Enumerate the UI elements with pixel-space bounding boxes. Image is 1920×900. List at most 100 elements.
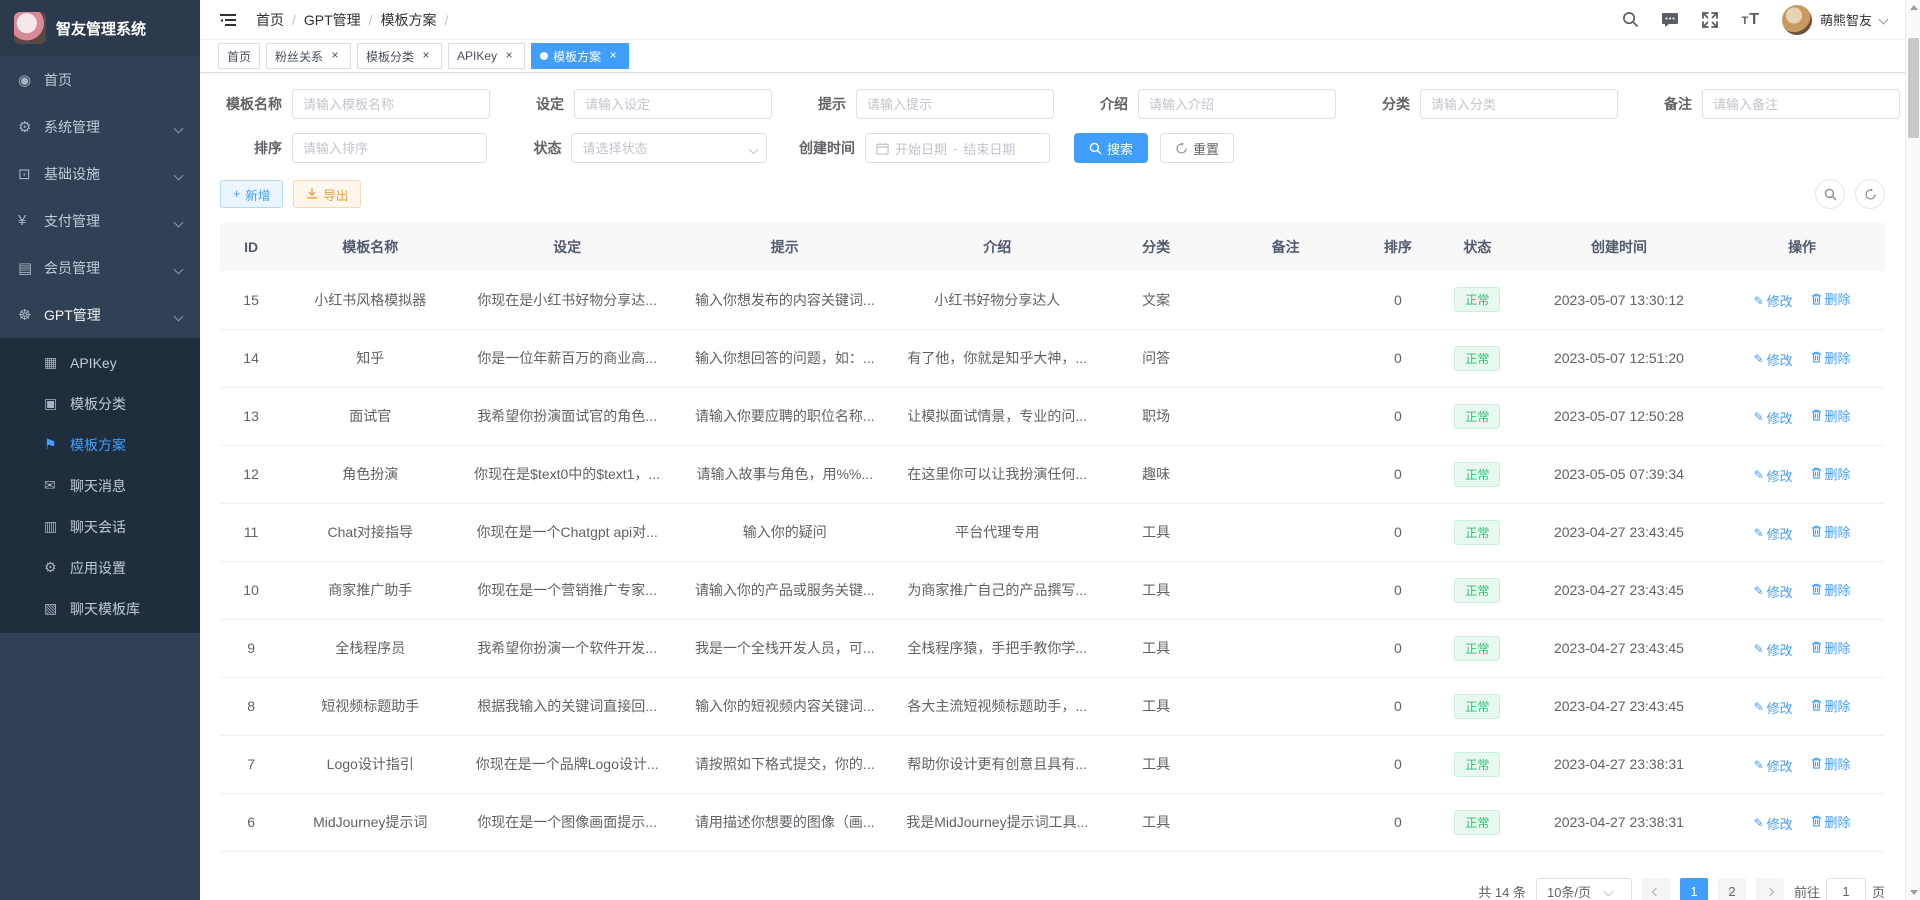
breadcrumb-item[interactable]: GPT管理 xyxy=(304,10,373,30)
close-icon[interactable]: × xyxy=(328,49,342,63)
delete-link[interactable]: 删除 xyxy=(1811,406,1851,425)
cell-setting: 你现在是一个图像画面提示... xyxy=(458,793,676,851)
search-icon[interactable] xyxy=(1621,11,1639,29)
sidebar-subitem[interactable]: ⚙ 应用设置 xyxy=(0,547,200,588)
refresh-button[interactable] xyxy=(1855,179,1885,209)
sidebar-item[interactable]: ☸ GPT管理 xyxy=(0,291,200,338)
toggle-search-button[interactable] xyxy=(1815,179,1845,209)
date-range-picker[interactable]: 开始日期 - 结束日期 xyxy=(865,133,1050,163)
edit-link[interactable]: ✎ 修改 xyxy=(1754,814,1793,833)
cell-intro: 有了他，你就是知乎大神，... xyxy=(894,329,1101,387)
trash-icon xyxy=(1811,467,1822,479)
gpt-icon: ☸ xyxy=(18,306,44,324)
reset-button[interactable]: 重置 xyxy=(1160,133,1234,163)
scrollbar-thumb[interactable] xyxy=(1908,38,1919,138)
edit-link[interactable]: ✎ 修改 xyxy=(1754,291,1793,310)
filter-field: 模板名称 xyxy=(220,89,490,119)
edit-icon: ✎ xyxy=(1754,352,1764,366)
search-button[interactable]: 搜索 xyxy=(1074,133,1148,163)
delete-link[interactable]: 删除 xyxy=(1811,638,1851,657)
next-page-button[interactable] xyxy=(1756,878,1784,900)
scroll-down-icon[interactable] xyxy=(1906,885,1920,900)
sort-input[interactable] xyxy=(292,133,487,163)
cell-created: 2023-05-07 12:51:20 xyxy=(1519,329,1719,387)
sidebar-subitem[interactable]: ▣ 模板分类 xyxy=(0,383,200,424)
sidebar-item[interactable]: ¥ 支付管理 xyxy=(0,197,200,244)
sidebar-subitem-label: 模板方案 xyxy=(70,435,126,455)
tag-view-tab[interactable]: 首页 × xyxy=(218,43,260,69)
font-size-icon[interactable]: TT xyxy=(1741,11,1760,29)
tag-view-tab[interactable]: 模板方案 × xyxy=(531,43,629,69)
jump-page-input[interactable] xyxy=(1826,878,1866,900)
cell-prompt: 输入你想回答的问题，如：... xyxy=(676,329,894,387)
sidebar-item[interactable]: ▤ 会员管理 xyxy=(0,244,200,291)
breadcrumb-item[interactable]: 首页 xyxy=(256,10,296,30)
status-badge: 正常 xyxy=(1454,404,1500,429)
delete-link[interactable]: 删除 xyxy=(1811,580,1851,599)
delete-link[interactable]: 删除 xyxy=(1811,522,1851,541)
cell-category: 工具 xyxy=(1101,561,1212,619)
cell-created: 2023-05-07 13:30:12 xyxy=(1519,271,1719,329)
fullscreen-icon[interactable] xyxy=(1701,11,1719,29)
edit-link[interactable]: ✎ 修改 xyxy=(1754,466,1793,485)
sidebar-toggle-icon[interactable] xyxy=(218,10,238,30)
delete-link[interactable]: 删除 xyxy=(1811,289,1851,308)
close-icon[interactable]: × xyxy=(502,49,516,63)
delete-link[interactable]: 删除 xyxy=(1811,754,1851,773)
user-menu[interactable]: 萌熊智友 xyxy=(1782,5,1887,35)
delete-link[interactable]: 删除 xyxy=(1811,464,1851,483)
cell-status: 正常 xyxy=(1436,793,1519,851)
tag-view-tab[interactable]: 粉丝关系 × xyxy=(266,43,351,69)
message-icon[interactable] xyxy=(1661,11,1679,29)
table-row: 7 Logo设计指引 你现在是一个品牌Logo设计... 请按照如下格式提交，你… xyxy=(220,735,1885,793)
edit-link[interactable]: ✎ 修改 xyxy=(1754,524,1793,543)
close-icon[interactable]: × xyxy=(419,49,433,63)
edit-link[interactable]: ✎ 修改 xyxy=(1754,640,1793,659)
scroll-up-icon[interactable] xyxy=(1906,0,1920,15)
status-select[interactable] xyxy=(571,133,766,163)
breadcrumb-item[interactable]: 模板方案 xyxy=(381,10,449,30)
cell-intro: 为商家推广自己的产品撰写... xyxy=(894,561,1101,619)
delete-link[interactable]: 删除 xyxy=(1811,812,1851,831)
cell-status: 正常 xyxy=(1436,561,1519,619)
scrollbar[interactable] xyxy=(1905,0,1920,900)
close-icon[interactable]: × xyxy=(606,49,620,63)
cell-prompt: 输入你的疑问 xyxy=(676,503,894,561)
delete-link[interactable]: 删除 xyxy=(1811,348,1851,367)
page-number-button[interactable]: 2 xyxy=(1718,878,1746,900)
sidebar-item[interactable]: ⚙ 系统管理 xyxy=(0,103,200,150)
pagination: 共 14 条 10条/页 1 2 前往 页 xyxy=(220,878,1885,900)
sidebar-item[interactable]: ⊡ 基础设施 xyxy=(0,150,200,197)
sidebar-subitem-label: 模板分类 xyxy=(70,394,126,414)
add-button[interactable]: + 新增 xyxy=(220,180,283,208)
delete-link[interactable]: 删除 xyxy=(1811,696,1851,715)
cell-setting: 我希望你扮演面试官的角色... xyxy=(458,387,676,445)
page-size-select[interactable]: 10条/页 xyxy=(1536,878,1632,900)
export-button[interactable]: 导出 xyxy=(293,180,361,208)
cell-sort: 0 xyxy=(1360,271,1436,329)
template-category-icon: ▣ xyxy=(44,395,70,412)
filter-label: 模板名称 xyxy=(220,94,282,114)
sidebar-subitem[interactable]: ▥ 聊天会话 xyxy=(0,506,200,547)
edit-link[interactable]: ✎ 修改 xyxy=(1754,350,1793,369)
cell-status: 正常 xyxy=(1436,445,1519,503)
prev-page-button[interactable] xyxy=(1642,878,1670,900)
column-header: 状态 xyxy=(1436,223,1519,271)
sidebar-item[interactable]: ◉ 首页 xyxy=(0,56,200,103)
sidebar-subitem[interactable]: ✉ 聊天消息 xyxy=(0,465,200,506)
edit-link[interactable]: ✎ 修改 xyxy=(1754,582,1793,601)
edit-link[interactable]: ✎ 修改 xyxy=(1754,698,1793,717)
edit-link[interactable]: ✎ 修改 xyxy=(1754,408,1793,427)
search-icon xyxy=(1824,188,1837,201)
cell-intro: 小红书好物分享达人 xyxy=(894,271,1101,329)
sidebar-subitem[interactable]: ▦ APIKey xyxy=(0,342,200,383)
tag-view-tab[interactable]: 模板分类 × xyxy=(357,43,442,69)
status-badge: 正常 xyxy=(1454,636,1500,661)
sidebar-subitem[interactable]: ▧ 聊天模板库 xyxy=(0,588,200,629)
tag-view-tab[interactable]: APIKey × xyxy=(448,43,525,69)
edit-link[interactable]: ✎ 修改 xyxy=(1754,756,1793,775)
table-row: 8 短视频标题助手 根据我输入的关键词直接回... 输入你的短视频内容关键词..… xyxy=(220,677,1885,735)
sidebar-subitem[interactable]: ⚑ 模板方案 xyxy=(0,424,200,465)
page-number-button[interactable]: 1 xyxy=(1680,878,1708,900)
date-separator: - xyxy=(953,141,957,156)
